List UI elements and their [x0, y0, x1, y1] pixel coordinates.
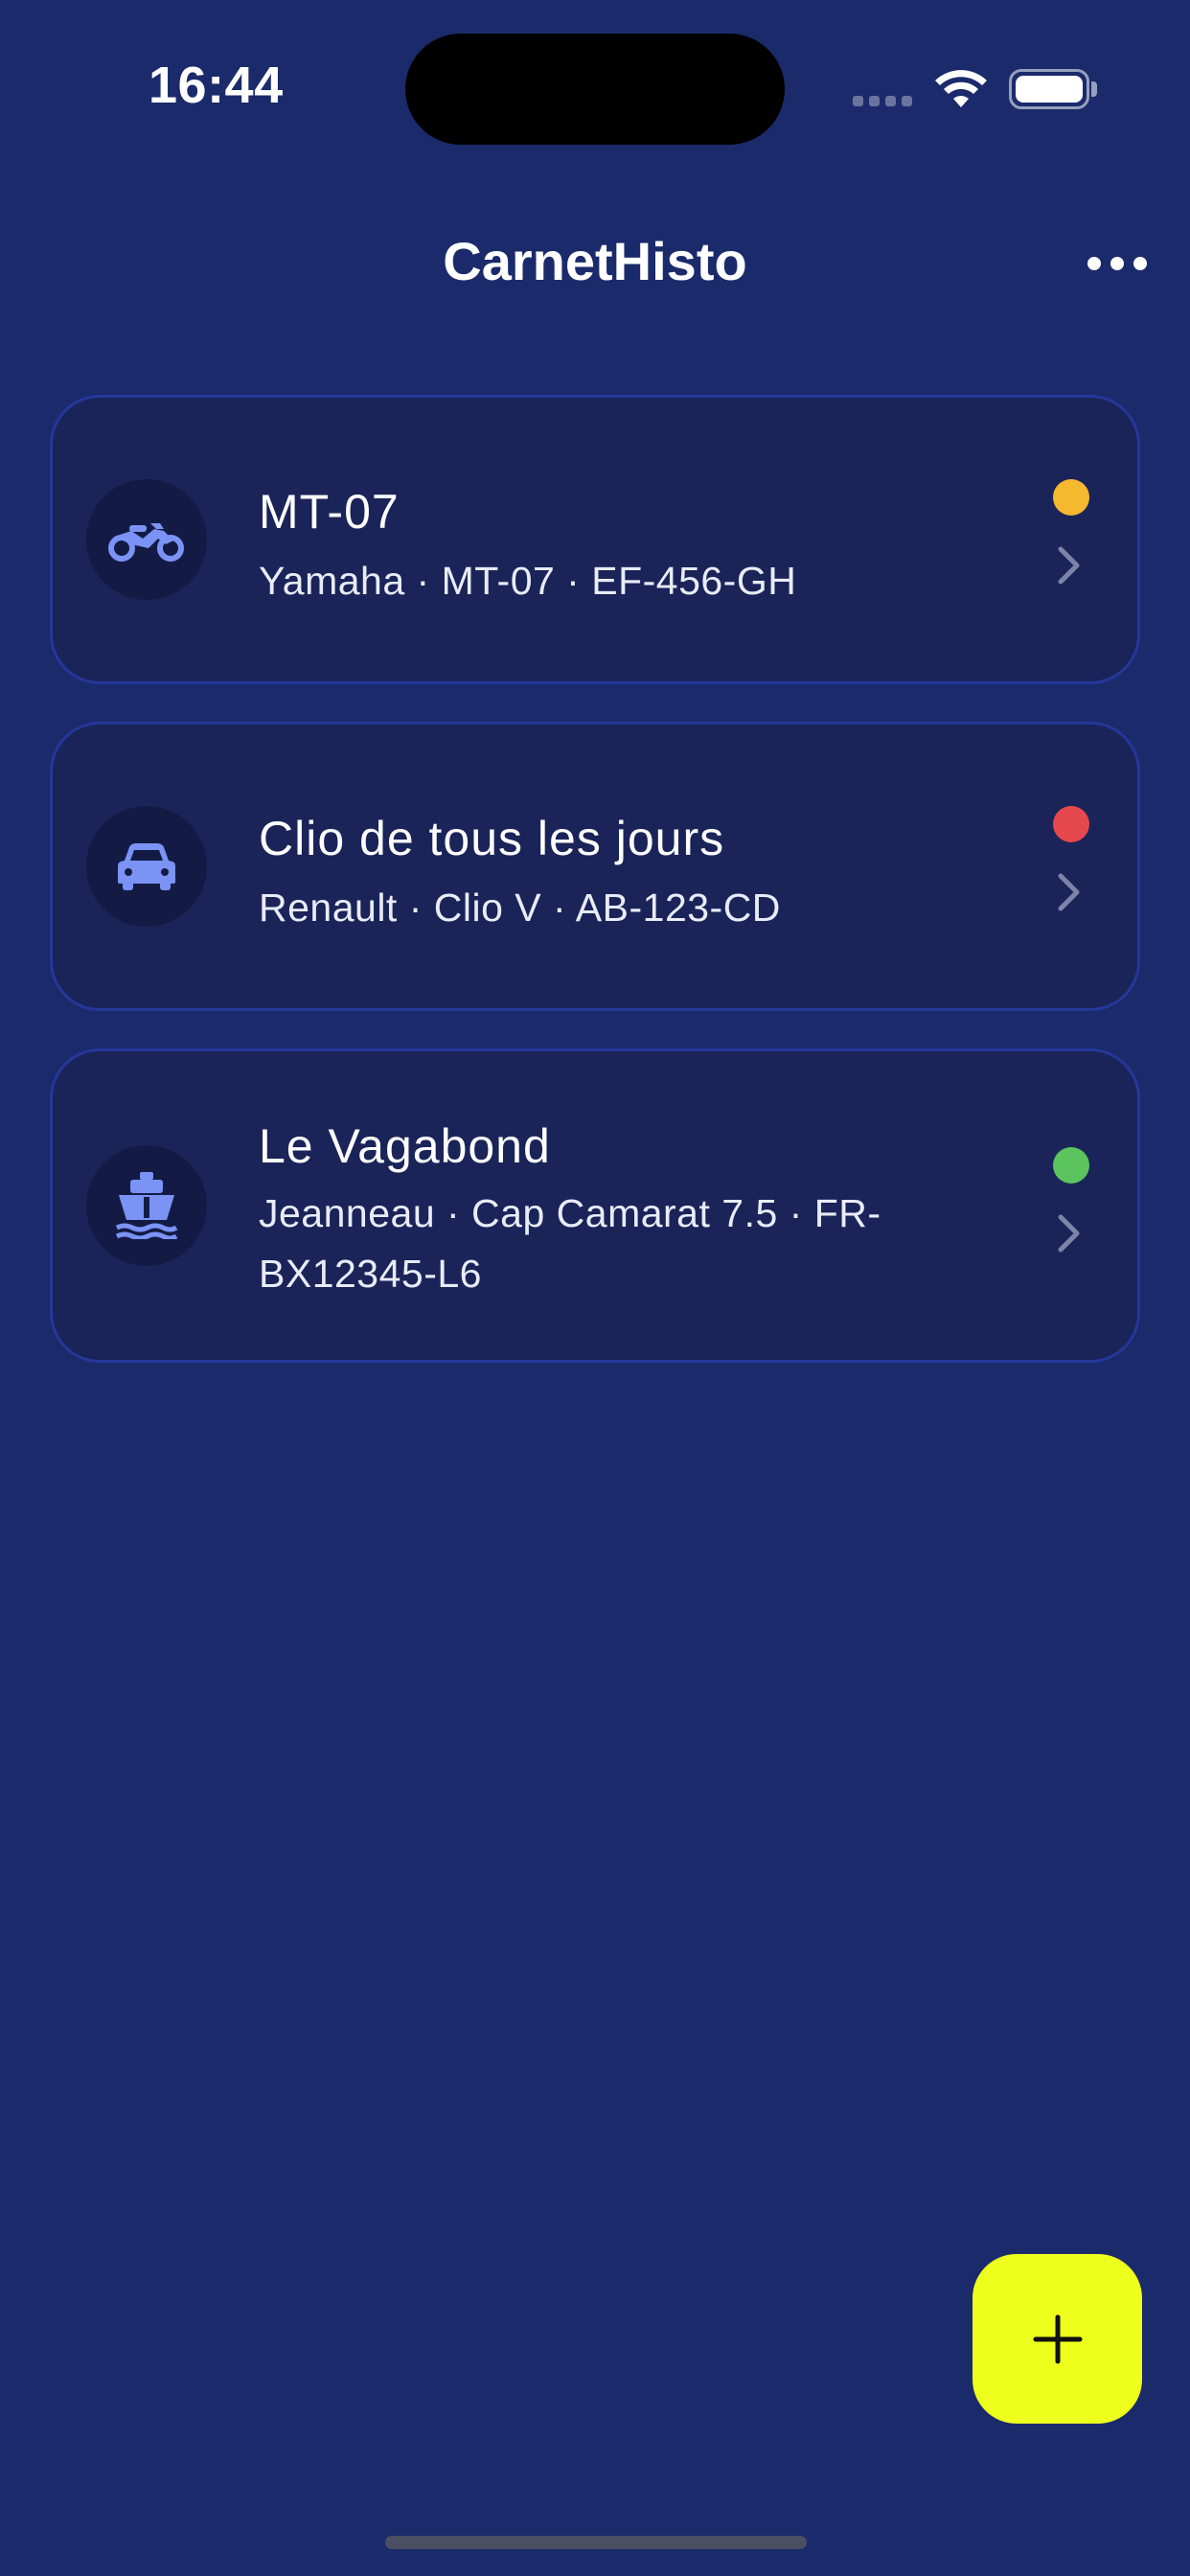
ellipsis-icon	[1087, 257, 1101, 270]
vehicle-card[interactable]: MT-07 Yamaha · MT-07 · EF-456-GH	[50, 395, 1140, 684]
vehicle-list-screen: 16:44 CarnetHisto MT-07 Yamaha · MT-07 ·	[0, 0, 1190, 2576]
vehicle-card[interactable]: Le Vagabond Jeanneau · Cap Camarat 7.5 ·…	[50, 1048, 1140, 1363]
vehicle-icon-badge	[86, 806, 207, 927]
chevron-right-icon	[1058, 1214, 1080, 1253]
plus-icon	[1033, 2314, 1082, 2363]
vehicle-icon-badge	[86, 479, 207, 600]
status-indicator	[1053, 1147, 1089, 1184]
vehicle-icon-badge	[86, 1145, 207, 1266]
add-vehicle-button[interactable]	[973, 2254, 1142, 2424]
wifi-icon	[935, 70, 987, 107]
battery-icon	[1009, 69, 1089, 109]
page-title: CarnetHisto	[443, 231, 747, 291]
more-options-button[interactable]	[1087, 244, 1147, 283]
vehicle-details: Jeanneau · Cap Camarat 7.5 · FR-BX12345-…	[259, 1191, 881, 1296]
dynamic-island	[405, 34, 785, 145]
status-time: 16:44	[149, 57, 284, 114]
vehicle-card[interactable]: Clio de tous les jours Renault · Clio V …	[50, 722, 1140, 1011]
home-indicator[interactable]	[385, 2536, 807, 2549]
motorcycle-icon	[108, 523, 184, 562]
vehicle-details: Yamaha · MT-07 · EF-456-GH	[259, 559, 797, 603]
vehicle-name: MT-07	[259, 485, 400, 539]
boat-icon	[115, 1172, 178, 1239]
car-icon	[118, 843, 175, 890]
vehicle-name: Clio de tous les jours	[259, 812, 725, 865]
chevron-right-icon	[1058, 873, 1080, 911]
vehicle-details: Renault · Clio V · AB-123-CD	[259, 886, 781, 930]
status-indicator	[1053, 479, 1089, 516]
vehicle-name: Le Vagabond	[259, 1119, 551, 1173]
cellular-signal-icon	[853, 96, 912, 106]
chevron-right-icon	[1058, 546, 1080, 585]
status-indicator	[1053, 806, 1089, 842]
